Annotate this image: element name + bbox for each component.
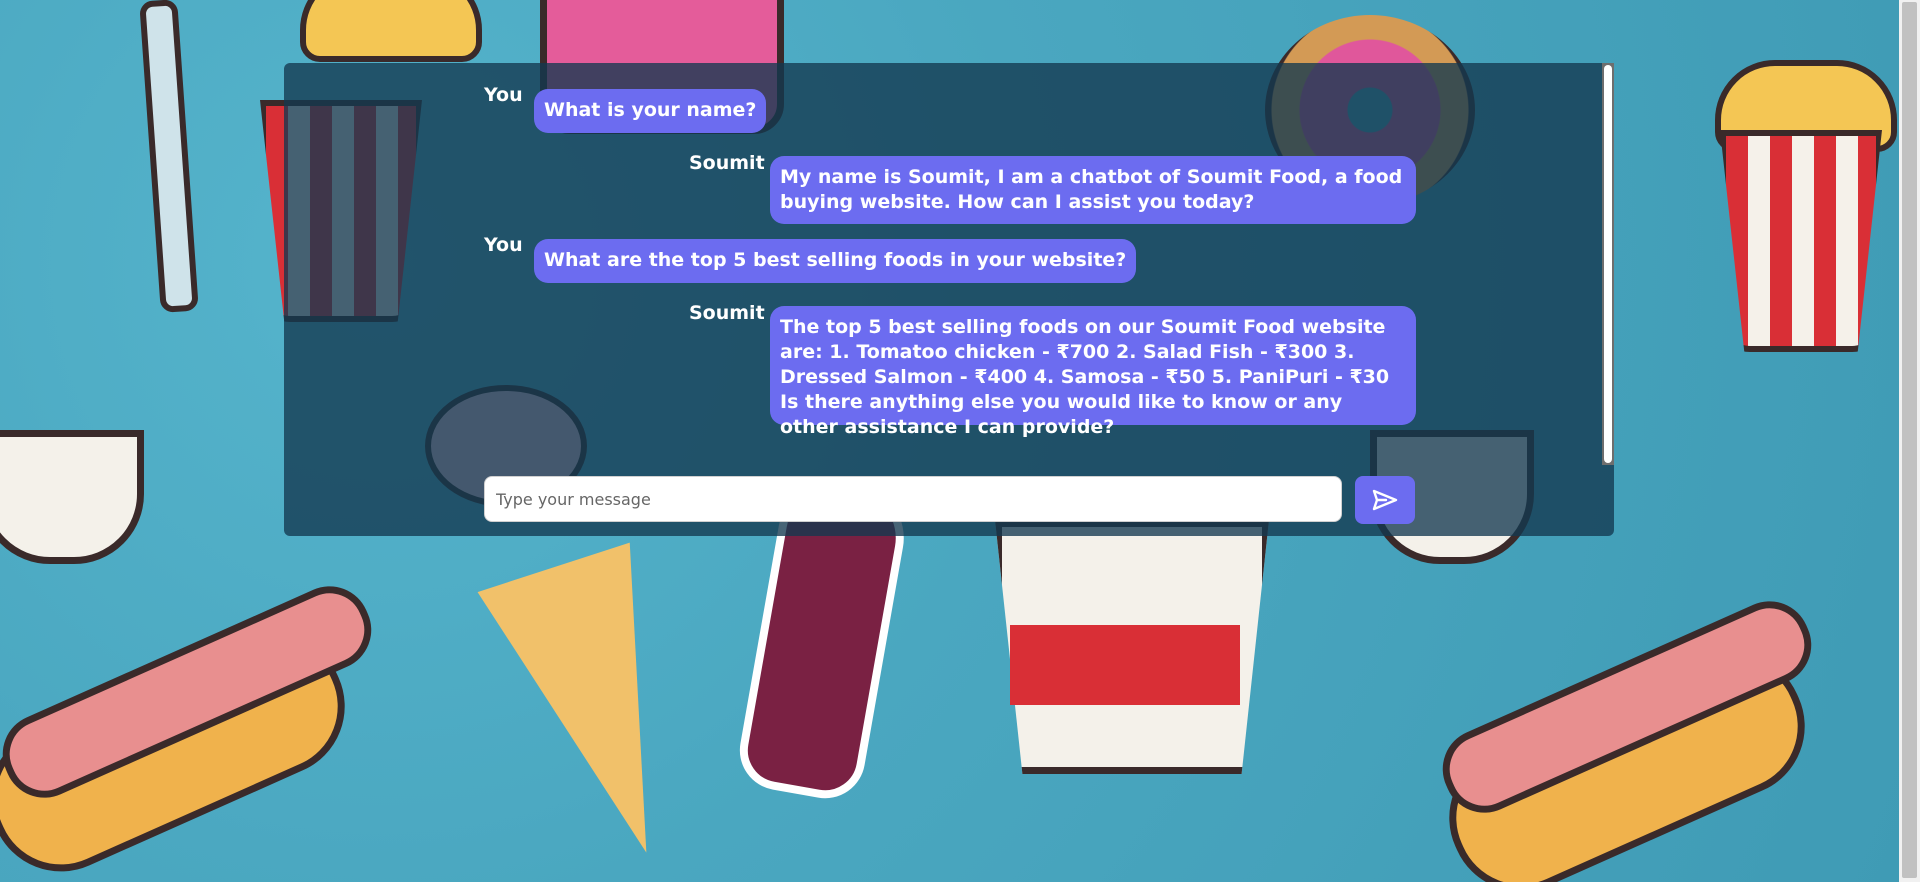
page-scrollbar-thumb[interactable] [1902, 2, 1917, 878]
chat-scrollbar-thumb[interactable] [1604, 65, 1612, 463]
message-sender: You [484, 84, 523, 106]
coffee-cup-decoration [0, 430, 144, 564]
popcorn-bucket-decoration [1720, 130, 1882, 352]
page-scrollbar[interactable] [1899, 0, 1920, 882]
message-bubble: My name is Soumit, I am a chatbot of Sou… [770, 156, 1416, 224]
fork-decoration [139, 0, 199, 313]
message-bubble: What are the top 5 best selling foods in… [534, 239, 1137, 283]
message-sender: Soumit [689, 302, 765, 324]
message-bubble: The top 5 best selling foods on our Soum… [770, 306, 1416, 438]
send-icon [1372, 489, 1398, 511]
message-sender: Soumit [689, 152, 765, 174]
takeout-box-band-decoration [1010, 625, 1240, 705]
popcorn-decoration [300, 0, 482, 62]
send-button[interactable] [1355, 476, 1415, 524]
chat-panel: You What is your name? Soumit My name is… [284, 63, 1614, 536]
message-bubble: What is your name? [534, 89, 767, 133]
chat-scrollbar[interactable] [1602, 63, 1614, 465]
message-list: You What is your name? Soumit My name is… [284, 63, 1602, 463]
message-sender: You [484, 234, 523, 256]
message-input[interactable] [484, 476, 1342, 522]
ice-cream-cone-decoration [477, 542, 723, 878]
